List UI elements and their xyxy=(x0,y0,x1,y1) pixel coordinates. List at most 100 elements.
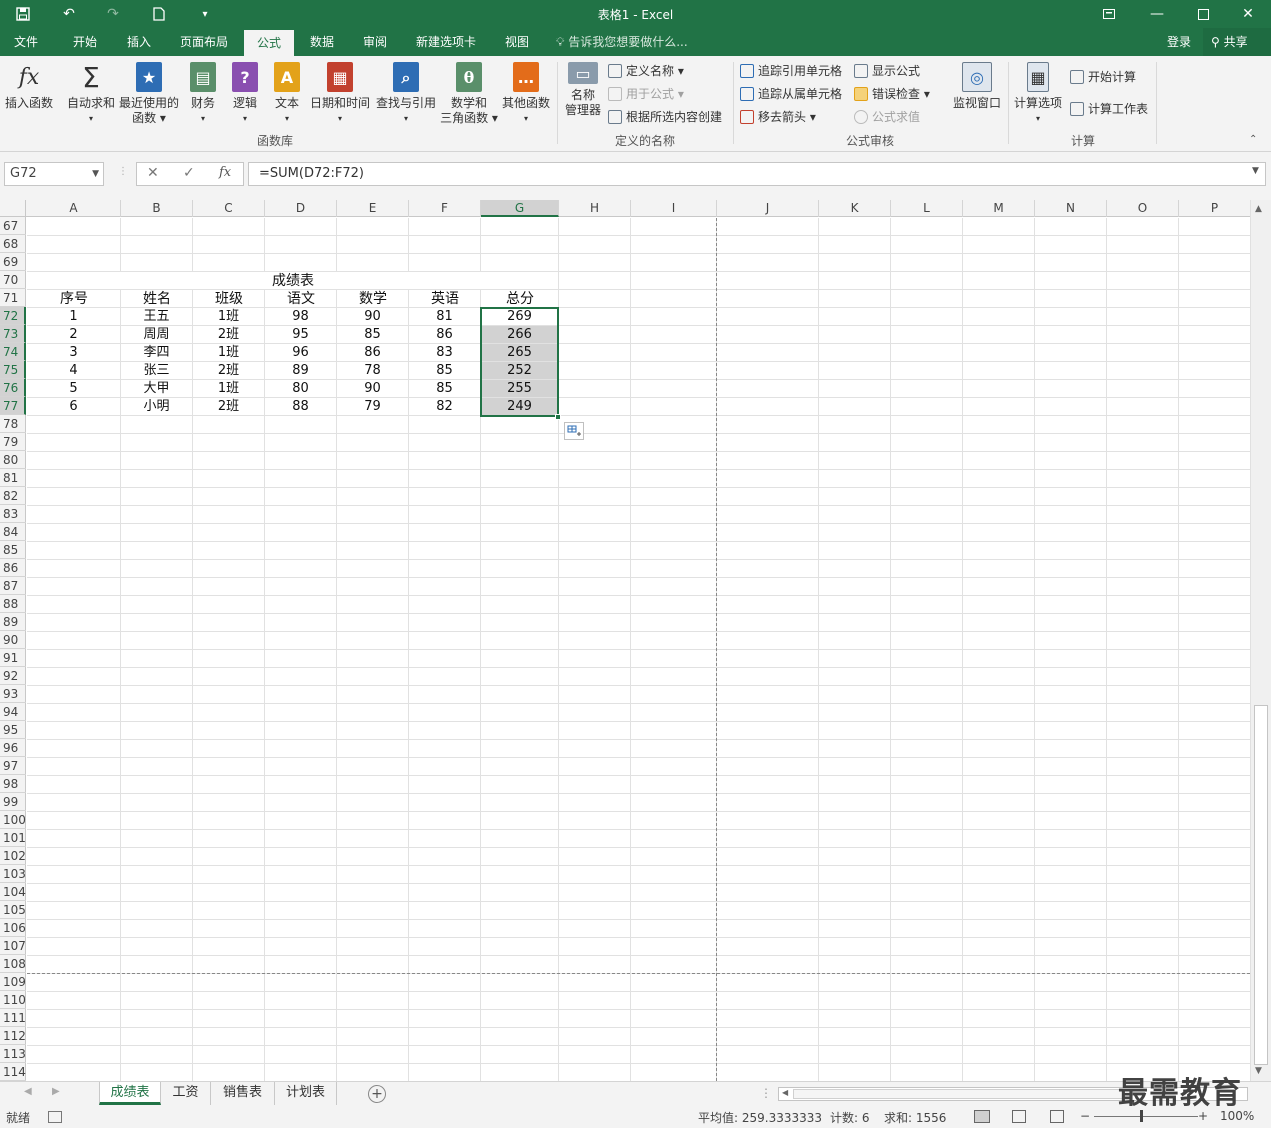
scroll-up-icon[interactable]: ▲ xyxy=(1255,204,1262,214)
tab-splitter-icon[interactable]: ⋮ xyxy=(760,1086,772,1100)
row-header-105[interactable]: 105 xyxy=(0,901,26,919)
row-header-96[interactable]: 96 xyxy=(0,739,26,757)
table-cell[interactable]: 2班 xyxy=(193,326,264,343)
row-header-71[interactable]: 71 xyxy=(0,289,26,307)
column-header-e[interactable]: E xyxy=(337,200,409,217)
calculate-sheet-button[interactable]: 计算工作表 xyxy=(1070,100,1148,118)
tab-insert[interactable]: 插入 xyxy=(116,28,162,56)
zoom-out-icon[interactable]: − xyxy=(1080,1109,1090,1123)
tell-me-box[interactable]: 💡︎ 告诉我您想要做什么... xyxy=(556,28,688,56)
row-header-98[interactable]: 98 xyxy=(0,775,26,793)
tab-file[interactable]: 文件 xyxy=(4,28,48,56)
row-header-85[interactable]: 85 xyxy=(0,541,26,559)
table-header-cell[interactable]: 序号 xyxy=(27,290,121,308)
create-from-selection-button[interactable]: 根据所选内容创建 xyxy=(608,108,722,126)
tab-home[interactable]: 开始 xyxy=(62,28,108,56)
lookup-button[interactable]: ⌕ 查找与引用 ▾ xyxy=(374,60,438,126)
table-cell[interactable]: 90 xyxy=(337,308,408,325)
sheet-tab-salary[interactable]: 工资 xyxy=(161,1082,211,1105)
table-cell[interactable]: 86 xyxy=(409,326,480,343)
zoom-slider[interactable] xyxy=(1094,1116,1198,1117)
calculate-now-button[interactable]: 开始计算 xyxy=(1070,68,1136,86)
table-cell[interactable]: 1班 xyxy=(193,308,264,325)
row-header-111[interactable]: 111 xyxy=(0,1009,26,1027)
column-header-k[interactable]: K xyxy=(819,200,891,217)
column-header-f[interactable]: F xyxy=(409,200,481,217)
table-cell[interactable]: 82 xyxy=(409,398,480,415)
table-cell[interactable]: 85 xyxy=(409,380,480,397)
more-functions-button[interactable]: … 其他函数 ▾ xyxy=(500,60,552,126)
name-box[interactable]: G72 ▼ xyxy=(4,162,104,186)
row-header-76[interactable]: 76 xyxy=(0,379,26,397)
datetime-button[interactable]: ▦ 日期和时间 ▾ xyxy=(308,60,372,126)
sheet-tab-scores[interactable]: 成绩表 xyxy=(99,1082,161,1105)
table-cell[interactable]: 4 xyxy=(27,362,120,379)
table-cell[interactable]: 2班 xyxy=(193,398,264,415)
maximize-icon[interactable] xyxy=(1180,0,1226,28)
table-cell[interactable]: 5 xyxy=(27,380,120,397)
column-header-d[interactable]: D xyxy=(265,200,337,217)
close-icon[interactable]: ✕ xyxy=(1225,0,1271,28)
row-header-114[interactable]: 114 xyxy=(0,1063,26,1081)
sheet-tab-plan[interactable]: 计划表 xyxy=(275,1082,337,1105)
tab-page-layout[interactable]: 页面布局 xyxy=(170,28,238,56)
row-header-87[interactable]: 87 xyxy=(0,577,26,595)
tab-view[interactable]: 视图 xyxy=(494,28,540,56)
formula-input[interactable]: =SUM(D72:F72) xyxy=(248,162,1266,186)
column-header-p[interactable]: P xyxy=(1179,200,1251,217)
row-header-109[interactable]: 109 xyxy=(0,973,26,991)
drag-handle-icon[interactable]: ⋮ xyxy=(118,166,128,177)
calc-options-button[interactable]: ▦ 计算选项 ▾ xyxy=(1012,60,1064,126)
row-header-94[interactable]: 94 xyxy=(0,703,26,721)
table-cell[interactable]: 6 xyxy=(27,398,120,415)
table-header-cell[interactable]: 语文 xyxy=(265,290,337,308)
row-header-77[interactable]: 77 xyxy=(0,397,26,415)
table-header-cell[interactable]: 姓名 xyxy=(121,290,193,308)
financial-button[interactable]: ▤ 财务 ▾ xyxy=(186,60,220,126)
row-header-91[interactable]: 91 xyxy=(0,649,26,667)
sheet-tab-sales[interactable]: 销售表 xyxy=(211,1082,275,1105)
hscroll-thumb[interactable] xyxy=(793,1089,1123,1099)
row-header-78[interactable]: 78 xyxy=(0,415,26,433)
table-cell[interactable]: 95 xyxy=(265,326,336,343)
row-header-88[interactable]: 88 xyxy=(0,595,26,613)
table-cell[interactable]: 李四 xyxy=(121,344,192,361)
fill-handle[interactable] xyxy=(555,414,561,420)
table-cell[interactable]: 周周 xyxy=(121,326,192,343)
vertical-scrollbar[interactable]: ▲ ▼ xyxy=(1250,200,1271,1081)
math-trig-button[interactable]: θ 数学和 三角函数 ▾ xyxy=(440,60,498,126)
row-header-83[interactable]: 83 xyxy=(0,505,26,523)
ribbon-display-icon[interactable] xyxy=(1086,0,1132,28)
row-header-113[interactable]: 113 xyxy=(0,1045,26,1063)
column-header-j[interactable]: J xyxy=(717,200,819,217)
row-header-89[interactable]: 89 xyxy=(0,613,26,631)
table-cell[interactable]: 小明 xyxy=(121,398,192,415)
table-cell[interactable]: 2 xyxy=(27,326,120,343)
row-header-72[interactable]: 72 xyxy=(0,307,26,325)
status-average[interactable]: 平均值: 259.3333333 xyxy=(698,1109,822,1126)
table-cell[interactable]: 王五 xyxy=(121,308,192,325)
remove-arrows-button[interactable]: 移去箭头 ▾ xyxy=(740,108,816,126)
column-header-o[interactable]: O xyxy=(1107,200,1179,217)
page-break-view-icon[interactable] xyxy=(1050,1110,1064,1123)
trace-precedents-button[interactable]: 追踪引用单元格 xyxy=(740,62,842,80)
total-cell[interactable]: 249 xyxy=(481,398,558,415)
prev-sheet-icon[interactable]: ◀ xyxy=(24,1086,32,1097)
add-sheet-icon[interactable]: + xyxy=(368,1085,386,1103)
table-header-cell[interactable]: 总分 xyxy=(481,290,559,308)
normal-view-icon[interactable] xyxy=(974,1110,990,1123)
row-header-74[interactable]: 74 xyxy=(0,343,26,361)
table-cell[interactable]: 张三 xyxy=(121,362,192,379)
define-name-button[interactable]: 定义名称 ▾ xyxy=(608,62,684,80)
trace-dependents-button[interactable]: 追踪从属单元格 xyxy=(740,85,842,103)
row-header-86[interactable]: 86 xyxy=(0,559,26,577)
expand-formula-icon[interactable]: ▼ xyxy=(1252,166,1259,176)
row-header-92[interactable]: 92 xyxy=(0,667,26,685)
row-header-93[interactable]: 93 xyxy=(0,685,26,703)
select-all-button[interactable] xyxy=(0,200,26,217)
show-formulas-button[interactable]: 显示公式 xyxy=(854,62,920,80)
row-header-82[interactable]: 82 xyxy=(0,487,26,505)
total-cell[interactable]: 269 xyxy=(481,308,558,325)
cancel-icon[interactable]: ✕ xyxy=(147,165,159,181)
recent-functions-button[interactable]: ★ 最近使用的 函数 ▾ xyxy=(118,60,180,126)
